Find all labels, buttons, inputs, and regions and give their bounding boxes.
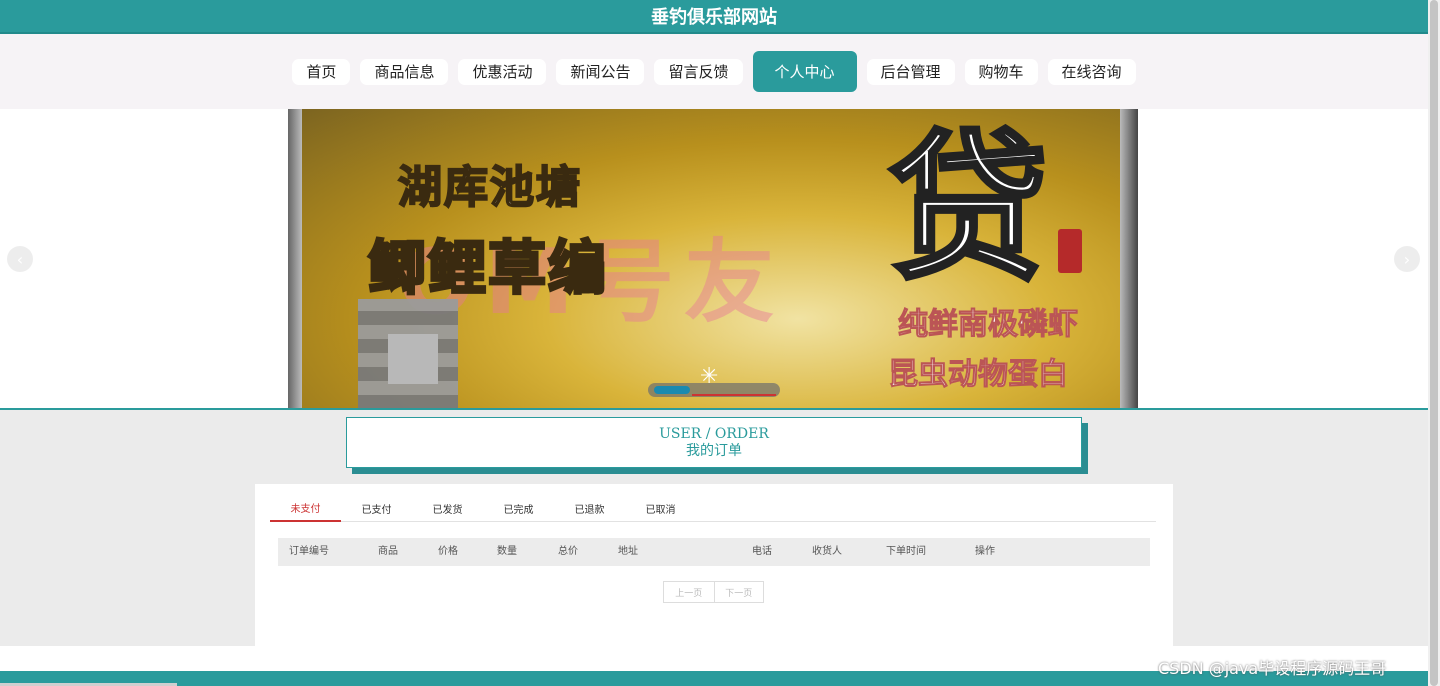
chevron-right-icon[interactable]: › [1394,246,1420,272]
chevron-left-icon[interactable]: ‹ [7,246,33,272]
banner-text-line1: 湖库池塘 [397,161,582,214]
banner-edge-left [288,109,302,408]
col-product: 商品 [378,546,398,557]
tab-completed[interactable]: 已完成 [483,494,554,522]
order-status-tabs: 未支付 已支付 已发货 已完成 已退款 已取消 [270,494,1156,522]
watermark-credit: CSDN @java毕设程序源码王哥 [1158,659,1387,678]
nav-item-consult[interactable]: 在线咨询 [1047,58,1136,85]
nav-item-cart[interactable]: 购物车 [964,58,1038,85]
nav-item-feedback[interactable]: 留言反馈 [654,58,743,85]
banner-edge-right [1120,109,1138,408]
order-table-header: 订单编号 商品 价格 数量 总价 地址 电话 收货人 下单时间 操作 [278,538,1150,566]
vertical-scrollbar-thumb[interactable] [1430,0,1438,686]
col-quantity: 数量 [497,546,517,557]
section-title-box: USER / ORDER 我的订单 [346,417,1082,468]
next-page-button[interactable]: 下一页 [713,582,764,602]
site-title: 垂钓俱乐部网站 [651,7,777,28]
banner-carousel[interactable]: 贷 湖库池塘 OM号友 鲫鲤草编 纯鲜南极磷虾 昆虫动物蛋白 ‹ › ✳ [0,109,1428,410]
nav-item-news[interactable]: 新闻公告 [556,58,645,85]
section-title-cn: 我的订单 [686,442,742,459]
tab-paid[interactable]: 已支付 [341,494,412,522]
banner-big-char: 贷 [886,112,1050,304]
col-price: 价格 [438,546,458,557]
section-title-en: USER / ORDER [659,425,769,442]
tab-cancelled[interactable]: 已取消 [625,494,696,522]
col-address: 地址 [618,546,638,557]
nav-item-home[interactable]: 首页 [292,58,351,85]
order-panel: 未支付 已支付 已发货 已完成 已退款 已取消 订单编号 商品 价格 数量 总价… [255,484,1173,646]
nav-item-products[interactable]: 商品信息 [360,58,449,85]
col-total: 总价 [558,546,578,557]
col-phone: 电话 [752,546,772,557]
banner-right-line2: 昆虫动物蛋白 [888,357,1069,393]
loading-spinner-icon: ✳ [700,364,719,389]
col-order-time: 下单时间 [886,546,926,557]
carousel-dot-active[interactable] [654,386,690,394]
top-header-bar: 垂钓俱乐部网站 [0,0,1428,34]
nav-item-promotions[interactable]: 优惠活动 [458,58,547,85]
tab-shipped[interactable]: 已发货 [412,494,483,522]
nav-item-admin[interactable]: 后台管理 [866,58,955,85]
prev-page-button[interactable]: 上一页 [664,582,714,602]
col-order-no: 订单编号 [289,546,329,557]
main-nav: 首页 商品信息 优惠活动 新闻公告 留言反馈 个人中心 后台管理 购物车 在线咨… [0,34,1428,109]
pagination: 上一页 下一页 [663,581,764,603]
tab-refunded[interactable]: 已退款 [554,494,625,522]
col-actions: 操作 [975,546,995,557]
nav-item-personal-center[interactable]: 个人中心 [752,51,857,92]
banner-seal [1058,229,1082,273]
banner-mosaic-center [388,334,438,384]
banner-text-line2: 鲫鲤草编 [366,233,609,304]
tab-unpaid[interactable]: 未支付 [270,494,341,522]
banner-right-line1: 纯鲜南极磷虾 [898,307,1079,343]
carousel-progress-line [692,394,776,396]
col-receiver: 收货人 [812,546,842,557]
